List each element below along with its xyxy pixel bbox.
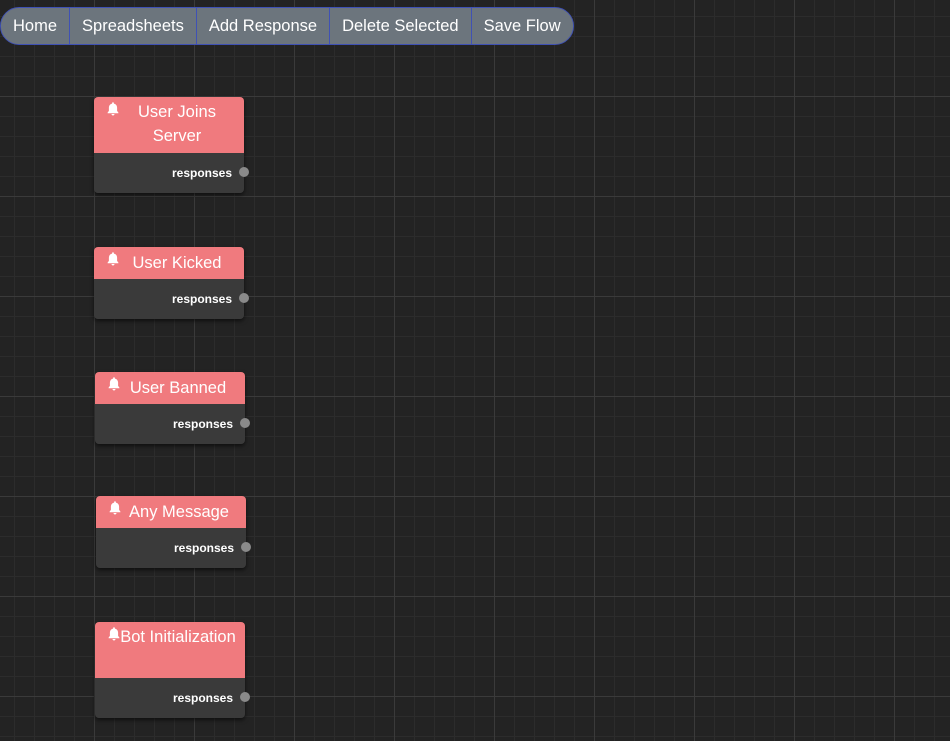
node-header[interactable]: User Banned [95,372,245,404]
port-label: responses [171,166,232,180]
node-body: responses [96,528,251,568]
flow-canvas[interactable]: Home Spreadsheets Add Response Delete Se… [0,0,950,741]
node-header[interactable]: User Kicked [94,247,244,279]
node-header[interactable]: User Joins Server [94,97,244,153]
node-body: responses [94,153,249,193]
node-title: User Banned [129,379,227,397]
node-body: responses [94,279,249,319]
node-body: responses [95,678,250,718]
add-response-button[interactable]: Add Response [196,8,331,44]
output-port[interactable] [240,692,250,702]
port-label: responses [171,292,232,306]
bell-icon [108,627,120,641]
node-title: User Joins Server [138,103,216,145]
event-node-user-joins-server[interactable]: User Joins Server responses [94,97,249,193]
home-button[interactable]: Home [1,8,71,44]
node-title: User Kicked [132,254,222,272]
bell-icon [107,102,119,116]
port-label: responses [172,417,233,431]
event-node-bot-initialization[interactable]: Bot Initialization responses [95,622,250,718]
output-port[interactable] [239,167,249,177]
spreadsheets-button[interactable]: Spreadsheets [70,8,197,44]
delete-selected-button[interactable]: Delete Selected [330,8,472,44]
event-node-user-banned[interactable]: User Banned responses [95,372,250,444]
port-label: responses [172,691,233,705]
node-header[interactable]: Bot Initialization [95,622,245,678]
bell-icon [109,501,121,515]
node-body: responses [95,404,250,444]
bell-icon [108,377,120,391]
toolbar: Home Spreadsheets Add Response Delete Se… [0,7,574,45]
save-flow-button[interactable]: Save Flow [471,8,573,44]
output-port[interactable] [241,542,251,552]
node-title: Bot Initialization [120,628,236,646]
bell-icon [107,252,119,266]
output-port[interactable] [239,293,249,303]
output-port[interactable] [240,418,250,428]
event-node-any-message[interactable]: Any Message responses [96,496,251,568]
node-title: Any Message [129,503,229,521]
node-header[interactable]: Any Message [96,496,246,528]
event-node-user-kicked[interactable]: User Kicked responses [94,247,249,319]
port-label: responses [173,541,234,555]
